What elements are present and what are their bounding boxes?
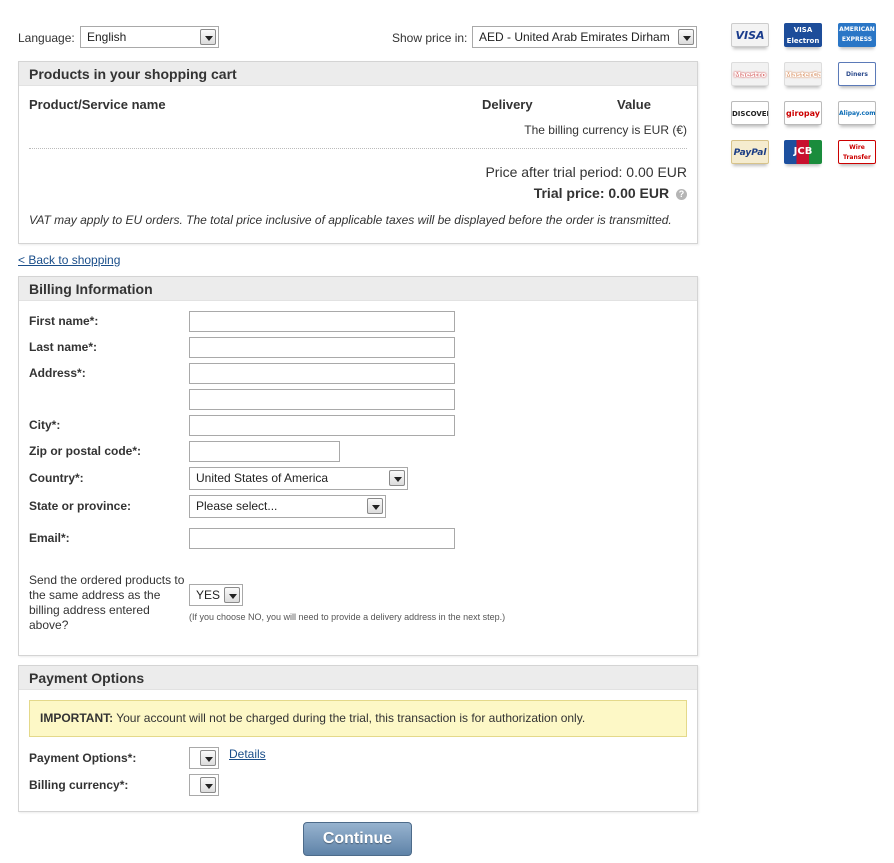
language-select-value: English (87, 30, 127, 44)
visa-electron-card-icon: VISA Electron (784, 23, 822, 47)
last-name-field[interactable] (189, 337, 455, 358)
state-select[interactable]: Please select... (189, 495, 386, 518)
chevron-down-icon (224, 587, 240, 603)
cart-panel: Products in your shopping cart Product/S… (18, 61, 698, 244)
address-line1-field[interactable] (189, 363, 455, 384)
continue-button[interactable]: Continue (303, 822, 412, 856)
payment-panel-title: Payment Options (19, 666, 697, 690)
state-select-value: Please select... (196, 499, 278, 513)
first-name-field[interactable] (189, 311, 455, 332)
language-label: Language: (18, 31, 75, 45)
maestro-card-icon: Maestro (731, 62, 769, 86)
cart-divider (29, 148, 687, 149)
diners-club-card-icon: Diners Club (838, 62, 876, 86)
price-after-trial: Price after trial period: 0.00 EUR (485, 164, 687, 180)
jcb-card-icon: JCB (784, 140, 822, 164)
trial-price: Trial price: 0.00 EUR (533, 185, 670, 201)
chevron-down-icon (200, 29, 216, 45)
country-label: Country*: (29, 471, 84, 485)
same-address-select[interactable]: YES (189, 584, 243, 606)
payment-options-label: Payment Options*: (29, 751, 137, 765)
city-label: City*: (29, 418, 61, 432)
zip-label: Zip or postal code*: (29, 444, 142, 458)
wire-transfer-card-icon: Wire Transfer (838, 140, 876, 164)
email-field[interactable] (189, 528, 455, 549)
american-express-card-icon: AMERICAN EXPRESS (838, 23, 876, 47)
billing-panel-title: Billing Information (19, 277, 697, 301)
chevron-down-icon (389, 470, 405, 486)
payment-options-select[interactable] (189, 747, 219, 769)
price-currency-label: Show price in: (392, 31, 468, 45)
first-name-label: First name*: (29, 314, 99, 328)
vat-note: VAT may apply to EU orders. The total pr… (29, 213, 672, 227)
mastercard-card-icon: MasterCard (784, 62, 822, 86)
address-label: Address*: (29, 366, 86, 380)
col-delivery-header: Delivery (482, 97, 533, 112)
col-product-header: Product/Service name (29, 97, 166, 112)
same-address-select-value: YES (196, 588, 221, 602)
trial-price-row: Trial price: 0.00 EUR ? (534, 185, 687, 201)
email-label: Email*: (29, 531, 70, 545)
chevron-down-icon (200, 777, 216, 793)
col-value-header: Value (617, 97, 651, 112)
payment-details-link[interactable]: Details (229, 747, 266, 761)
price-currency-select-value: AED - United Arab Emirates Dirham (479, 30, 670, 44)
billing-panel: Billing Information First name*: Last na… (18, 276, 698, 656)
question-circle-icon[interactable]: ? (676, 189, 687, 200)
billing-currency-note: The billing currency is EUR (€) (524, 123, 687, 137)
state-label: State or province: (29, 499, 132, 513)
important-notice: IMPORTANT: Your account will not be char… (29, 700, 687, 737)
important-label: IMPORTANT: (40, 711, 114, 725)
country-select-value: United States of America (196, 471, 329, 485)
payment-panel: Payment Options IMPORTANT: Your account … (18, 665, 698, 812)
billing-currency-select[interactable] (189, 774, 219, 796)
price-currency-select[interactable]: AED - United Arab Emirates Dirham (472, 26, 697, 48)
billing-currency-label: Billing currency*: (29, 778, 129, 792)
language-select[interactable]: English (80, 26, 219, 48)
chevron-down-icon (200, 750, 216, 766)
back-to-shopping-link[interactable]: < Back to shopping (18, 253, 120, 267)
cart-panel-title: Products in your shopping cart (19, 62, 697, 86)
chevron-down-icon (678, 29, 694, 45)
discover-card-icon: DISCOVER (731, 101, 769, 125)
country-select[interactable]: United States of America (189, 467, 408, 490)
same-address-label: Send the ordered products to the same ad… (29, 573, 185, 632)
last-name-label: Last name*: (29, 340, 98, 354)
same-address-hint: (If you choose NO, you will need to prov… (189, 612, 506, 622)
alipay-card-icon: Alipay.com (838, 101, 876, 125)
city-field[interactable] (189, 415, 455, 436)
chevron-down-icon (367, 498, 383, 514)
address-line2-field[interactable] (189, 389, 455, 410)
visa-card-icon: VISA (731, 23, 769, 47)
paypal-card-icon: PayPal (731, 140, 769, 164)
important-text: Your account will not be charged during … (113, 711, 586, 725)
zip-field[interactable] (189, 441, 340, 462)
giropay-card-icon: giropay (784, 101, 822, 125)
